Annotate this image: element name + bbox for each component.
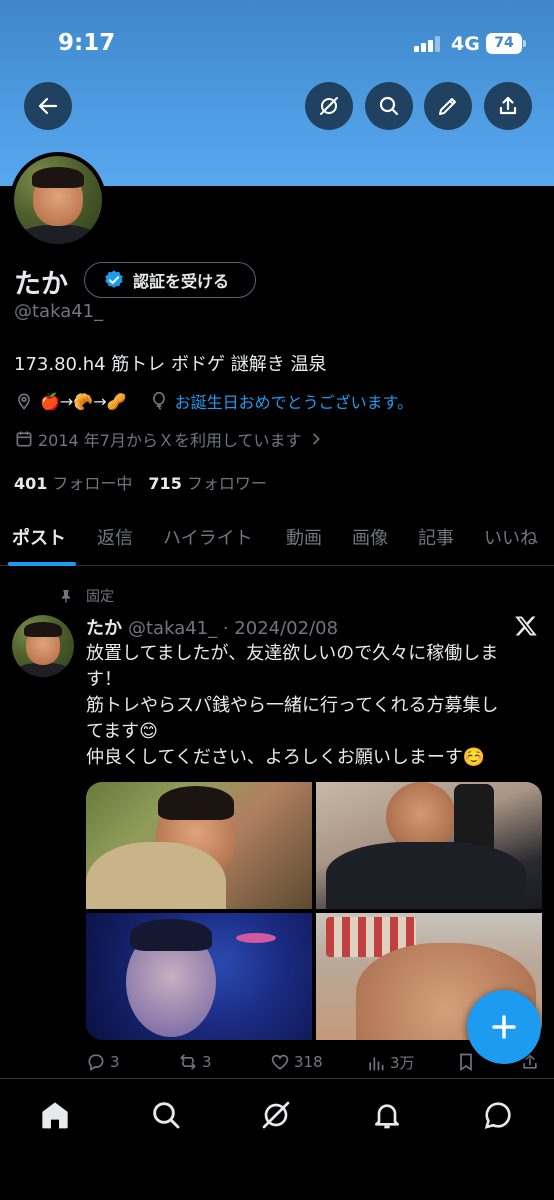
profile-tabs: ポスト 返信 ハイライト 動画 画像 記事 いいね — [0, 512, 554, 566]
tab-articles[interactable]: 記事 — [418, 524, 454, 550]
joined-text: 2014 年7月からＸを利用しています — [38, 431, 302, 450]
pinned-label: 固定 — [86, 589, 114, 605]
tab-highlights[interactable]: ハイライト — [163, 524, 253, 550]
post-actions: 3 3 318 3万 — [86, 1052, 546, 1076]
pencil-icon — [439, 98, 456, 115]
post-line: 放置してましたが、友達欲しいので久々に稼働しま — [86, 643, 499, 664]
post-photo[interactable] — [86, 913, 312, 1040]
status-time: 9:17 — [58, 30, 116, 56]
repost-button[interactable]: 3 — [178, 1052, 212, 1072]
profile-handle: @taka41_ — [14, 301, 104, 322]
search-icon — [379, 96, 399, 116]
verified-badge-icon — [105, 270, 123, 288]
grok-icon — [262, 1101, 290, 1129]
search-button[interactable] — [365, 82, 413, 130]
avatar-image — [14, 156, 102, 244]
followers-label: フォロワー — [186, 474, 267, 493]
nav-search[interactable] — [148, 1097, 184, 1133]
tab-replies[interactable]: 返信 — [97, 524, 133, 550]
bookmark-icon — [460, 1053, 472, 1072]
nav-messages[interactable] — [480, 1097, 516, 1133]
reply-button[interactable]: 3 — [86, 1052, 120, 1072]
post-avatar[interactable] — [12, 615, 74, 677]
arrow-left-icon — [38, 97, 58, 115]
post-line: 筋トレやらスパ銭やら一緒に行ってくれる方募集し — [86, 695, 499, 716]
x-logo-icon — [515, 616, 537, 636]
edit-button[interactable] — [424, 82, 472, 130]
bottom-nav — [0, 1078, 554, 1200]
post-text: 放置してましたが、友達欲しいので久々に稼働しま す！ 筋トレやらスパ銭やら一緒に… — [86, 641, 544, 771]
tab-posts[interactable]: ポスト — [12, 524, 66, 550]
repost-icon — [180, 1054, 196, 1070]
grok-icon — [320, 97, 338, 115]
bookmark-button[interactable] — [456, 1052, 480, 1072]
status-bar: 9:17 4G 74 — [0, 0, 554, 90]
post-author[interactable]: たか — [86, 618, 122, 639]
calendar-icon — [16, 431, 32, 447]
post-header: たか @taka41_ · 2024/02/08 — [86, 614, 338, 640]
heart-icon — [271, 1054, 289, 1070]
follow-stats: 401 フォロー中 715 フォロワー — [14, 470, 267, 494]
pinned-indicator: 固定 — [58, 586, 114, 606]
joined-row[interactable]: 2014 年7月からＸを利用しています — [14, 427, 328, 451]
get-verified-label: 認証を受ける — [133, 272, 230, 291]
balloon-icon — [152, 391, 165, 410]
nav-grok[interactable] — [258, 1097, 294, 1133]
repost-count: 3 — [202, 1053, 212, 1071]
post-avatar-image — [12, 615, 74, 677]
reply-icon — [88, 1054, 104, 1071]
nav-notifications[interactable] — [369, 1097, 405, 1133]
post-line: す！ — [86, 669, 122, 690]
chevron-right-icon — [312, 433, 320, 445]
post-photo[interactable] — [86, 782, 312, 909]
tab-images[interactable]: 画像 — [352, 524, 388, 550]
post-line: 仲良くしてください、よろしくお願いしまーす☺️ — [86, 747, 486, 768]
profile-bio: 173.80.h4 筋トレ ボドゲ 謎解き 温泉 — [14, 354, 327, 375]
profile-meta: 🍎→🥐→🥜 お誕生日おめでとうございます。 — [14, 388, 413, 414]
compose-button[interactable] — [467, 990, 541, 1064]
active-tab-indicator — [8, 562, 76, 566]
profile-location: 🍎→🥐→🥜 — [40, 391, 127, 411]
bell-icon — [375, 1104, 399, 1129]
nav-home[interactable] — [37, 1097, 73, 1133]
back-button[interactable] — [24, 82, 72, 130]
like-button[interactable]: 318 — [270, 1052, 323, 1072]
plus-icon — [492, 1015, 516, 1039]
pin-icon — [62, 590, 70, 603]
views-count: 3万 — [390, 1054, 415, 1072]
share-button[interactable] — [484, 82, 532, 130]
profile-name: たか — [14, 269, 68, 300]
battery-icon: 74 — [486, 33, 526, 54]
search-icon — [153, 1102, 180, 1129]
following-count: 401 — [14, 474, 48, 493]
post-handle-date: @taka41_ · 2024/02/08 — [128, 618, 339, 639]
views-button[interactable]: 3万 — [366, 1052, 415, 1073]
tab-videos[interactable]: 動画 — [286, 524, 322, 550]
tab-likes[interactable]: いいね — [484, 524, 538, 550]
following-link[interactable]: 401 フォロー中 — [14, 470, 132, 494]
share-icon — [499, 96, 517, 115]
network-label: 4G — [451, 33, 480, 55]
like-count: 318 — [294, 1053, 323, 1071]
profile-avatar[interactable] — [10, 152, 106, 248]
get-verified-button[interactable]: 認証を受ける — [84, 262, 256, 298]
post-media-grid — [86, 782, 542, 1040]
followers-count: 715 — [148, 474, 182, 493]
post-line: てます😊 — [86, 721, 158, 742]
birthday-item: お誕生日おめでとうございます。 — [149, 389, 413, 413]
grok-button[interactable] — [305, 82, 353, 130]
reply-count: 3 — [110, 1053, 120, 1071]
following-label: フォロー中 — [52, 474, 133, 493]
views-chart-icon — [369, 1056, 384, 1070]
followers-link[interactable]: 715 フォロワー — [148, 470, 266, 494]
signal-icon — [414, 36, 442, 52]
location-pin-icon — [18, 393, 30, 410]
post-photo[interactable] — [316, 782, 542, 909]
chat-bubble-icon — [484, 1102, 511, 1129]
birthday-text[interactable]: お誕生日おめでとうございます。 — [175, 389, 413, 413]
home-icon — [42, 1102, 68, 1129]
